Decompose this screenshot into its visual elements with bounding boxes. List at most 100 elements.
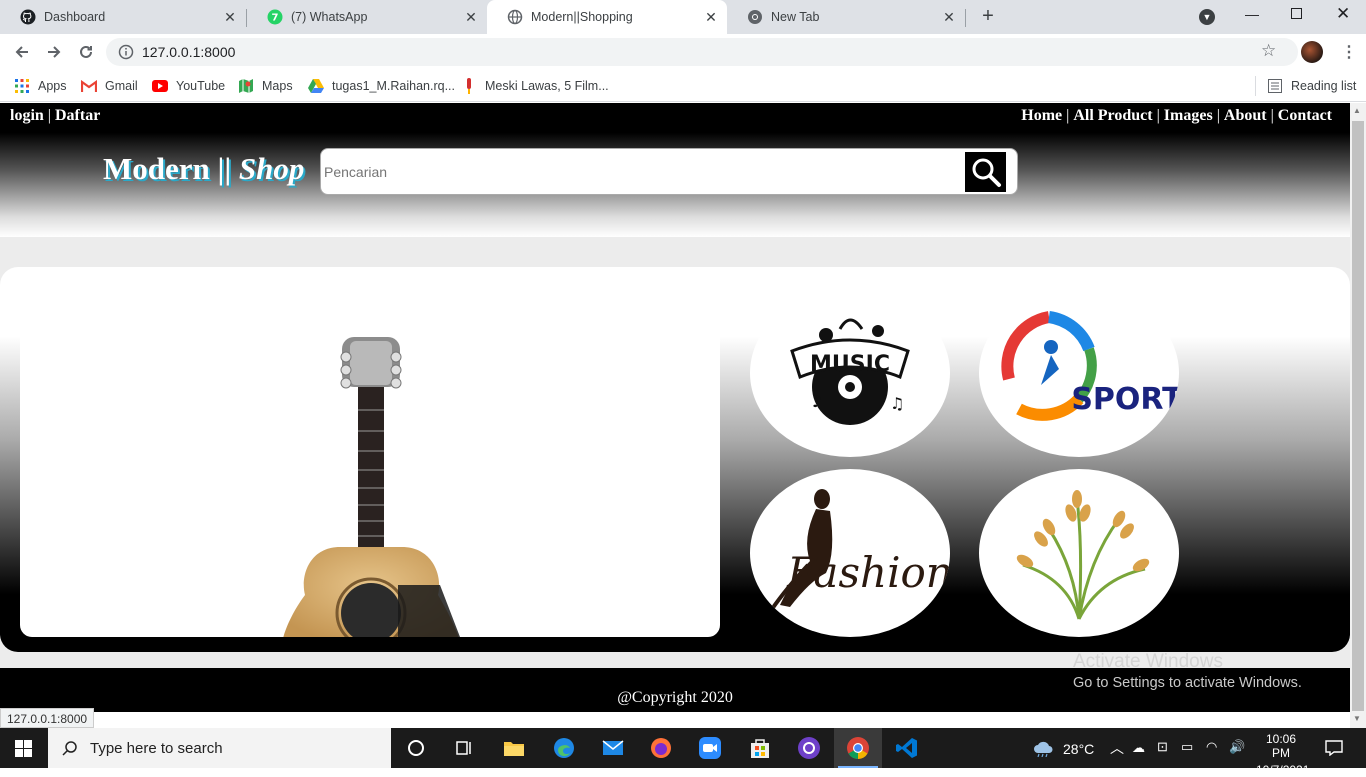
site-logo[interactable]: Modern || Shop — [103, 151, 304, 187]
close-tab-icon[interactable]: ✕ — [703, 9, 719, 25]
link-status-bubble: 127.0.0.1:8000 — [0, 708, 95, 728]
taskbar-search-box[interactable]: Type here to search — [48, 728, 391, 768]
tab-modern-shopping[interactable]: Modern||Shopping ✕ — [487, 0, 727, 34]
category-sport[interactable]: SPORT — [979, 289, 1179, 457]
bookmark-maps[interactable]: Maps — [238, 76, 293, 96]
url-text: 127.0.0.1:8000 — [142, 44, 236, 60]
whatsapp-icon: 7 — [267, 9, 283, 25]
svg-text:7: 7 — [272, 13, 279, 24]
battery-icon[interactable]: ▭ — [1181, 739, 1193, 755]
featured-product-card[interactable] — [20, 285, 720, 637]
file-explorer-icon[interactable] — [502, 736, 526, 760]
nav-images[interactable]: Images — [1164, 107, 1213, 124]
tab-new-tab[interactable]: New Tab ✕ — [727, 0, 965, 34]
vscode-icon[interactable] — [895, 736, 919, 760]
clock[interactable]: 10:06 PM 10/7/2021 — [1256, 732, 1309, 777]
bookmark-label: tugas1_M.Raihan.rq... — [332, 79, 455, 93]
nav-separator: | — [1066, 107, 1070, 124]
menu-kebab-icon[interactable]: ⋮ — [1341, 42, 1357, 62]
tab-search-icon[interactable]: ▼ — [1199, 9, 1215, 25]
register-link[interactable]: Daftar — [55, 107, 100, 124]
copyright-text: @Copyright 2020 — [617, 689, 733, 706]
close-tab-icon[interactable]: ✕ — [941, 9, 957, 25]
weather-temperature: 28°C — [1063, 741, 1095, 757]
bookmark-label: YouTube — [176, 79, 226, 93]
search-button[interactable] — [965, 152, 1006, 192]
bookmark-star-icon[interactable]: ☆ — [1261, 41, 1276, 61]
bookmark-gmail[interactable]: Gmail — [81, 76, 138, 96]
weather-cloud-icon[interactable] — [1033, 739, 1055, 762]
new-tab-plus-icon[interactable]: + — [978, 6, 998, 26]
bookmark-youtube[interactable]: YouTube — [152, 76, 225, 96]
device-icon[interactable]: ⊡ — [1157, 739, 1168, 755]
nav-home[interactable]: Home — [1021, 107, 1062, 124]
main-nav: Home | All Product | Images | About | Co… — [1021, 107, 1332, 125]
reading-list-icon — [1267, 78, 1283, 94]
site-info-icon[interactable] — [118, 44, 134, 65]
close-window-icon[interactable]: ✕ — [1336, 4, 1350, 24]
bookmark-label: Meski Lawas, 5 Film... — [485, 79, 609, 93]
profile-avatar[interactable] — [1301, 41, 1323, 63]
tab-separator — [965, 9, 966, 27]
tab-title: Modern||Shopping — [531, 10, 633, 24]
category-label: SPORT — [1071, 382, 1179, 417]
category-music[interactable]: MUSIC ♪ ♫ — [750, 289, 950, 457]
back-icon[interactable] — [8, 38, 36, 66]
watermark-subtitle: Go to Settings to activate Windows. — [1073, 675, 1302, 691]
store-icon[interactable] — [748, 736, 772, 760]
zoom-icon[interactable] — [698, 736, 722, 760]
logo-text: Modern || — [103, 151, 239, 186]
reload-icon[interactable] — [72, 38, 100, 66]
globe-icon — [507, 9, 523, 25]
youtube-icon — [152, 78, 168, 94]
windows-start-icon[interactable] — [15, 740, 32, 762]
mail-icon[interactable] — [601, 736, 625, 760]
cortana-icon[interactable] — [404, 736, 428, 760]
category-fashion[interactable]: Fashion — [750, 469, 950, 637]
drive-icon — [308, 78, 324, 94]
nav-about[interactable]: About — [1224, 107, 1267, 124]
close-tab-icon[interactable]: ✕ — [222, 9, 238, 25]
bookmarks-bar: Apps Gmail YouTube Maps tugas1_M.Raihan.… — [0, 70, 1366, 102]
search-input[interactable] — [324, 161, 954, 183]
taskbar-active-app[interactable] — [834, 728, 882, 768]
tab-title: (7) WhatsApp — [291, 10, 368, 24]
nav-contact[interactable]: Contact — [1278, 107, 1332, 124]
wifi-icon[interactable]: ◠ — [1206, 739, 1217, 755]
nav-all-product[interactable]: All Product — [1073, 107, 1152, 124]
github-desktop-icon[interactable] — [797, 736, 821, 760]
search-icon — [62, 741, 77, 756]
tab-whatsapp[interactable]: 7 (7) WhatsApp ✕ — [247, 0, 487, 34]
volume-icon[interactable]: 🔊 — [1229, 739, 1245, 755]
firefox-icon[interactable] — [649, 736, 673, 760]
show-hidden-icons[interactable]: ︿ — [1110, 738, 1124, 758]
scroll-down-icon[interactable]: ▼ — [1353, 714, 1361, 723]
restore-icon[interactable] — [1291, 8, 1302, 19]
bookmark-apps[interactable]: Apps — [14, 76, 67, 96]
close-tab-icon[interactable]: ✕ — [463, 9, 479, 25]
scroll-up-icon[interactable]: ▲ — [1353, 106, 1361, 115]
reading-list[interactable]: Reading list — [1267, 76, 1356, 96]
chrome-icon — [747, 9, 763, 25]
search-icon — [972, 158, 1001, 187]
notification-icon[interactable] — [1325, 740, 1343, 761]
minimize-icon[interactable]: — — [1245, 6, 1259, 22]
hero-section: MUSIC ♪ ♫ SPORT Fashion — [0, 267, 1350, 652]
bookmark-meski-lawas[interactable]: Meski Lawas, 5 Film... — [461, 76, 609, 96]
bookmark-label: Apps — [38, 79, 67, 93]
tab-dashboard[interactable]: Dashboard ✕ — [0, 0, 246, 34]
onedrive-cloud-icon[interactable]: ☁ — [1132, 740, 1145, 756]
guitar-image — [283, 337, 460, 637]
edge-icon[interactable] — [552, 736, 576, 760]
logo-accent-text: Shop — [238, 151, 305, 186]
task-view-icon[interactable] — [452, 736, 476, 760]
page-scrollbar[interactable]: ▲ ▼ — [1350, 103, 1366, 728]
address-bar[interactable]: 127.0.0.1:8000 ☆ — [106, 38, 1298, 66]
activate-windows-watermark: Activate Windows Go to Settings to activ… — [1073, 651, 1302, 691]
bookmark-drive[interactable]: tugas1_M.Raihan.rq... — [308, 76, 455, 96]
rice-plant-icon — [1016, 490, 1150, 620]
forward-icon[interactable] — [40, 38, 68, 66]
scrollbar-thumb[interactable] — [1352, 121, 1364, 711]
login-link[interactable]: login — [10, 107, 44, 124]
category-rice[interactable] — [979, 469, 1179, 637]
